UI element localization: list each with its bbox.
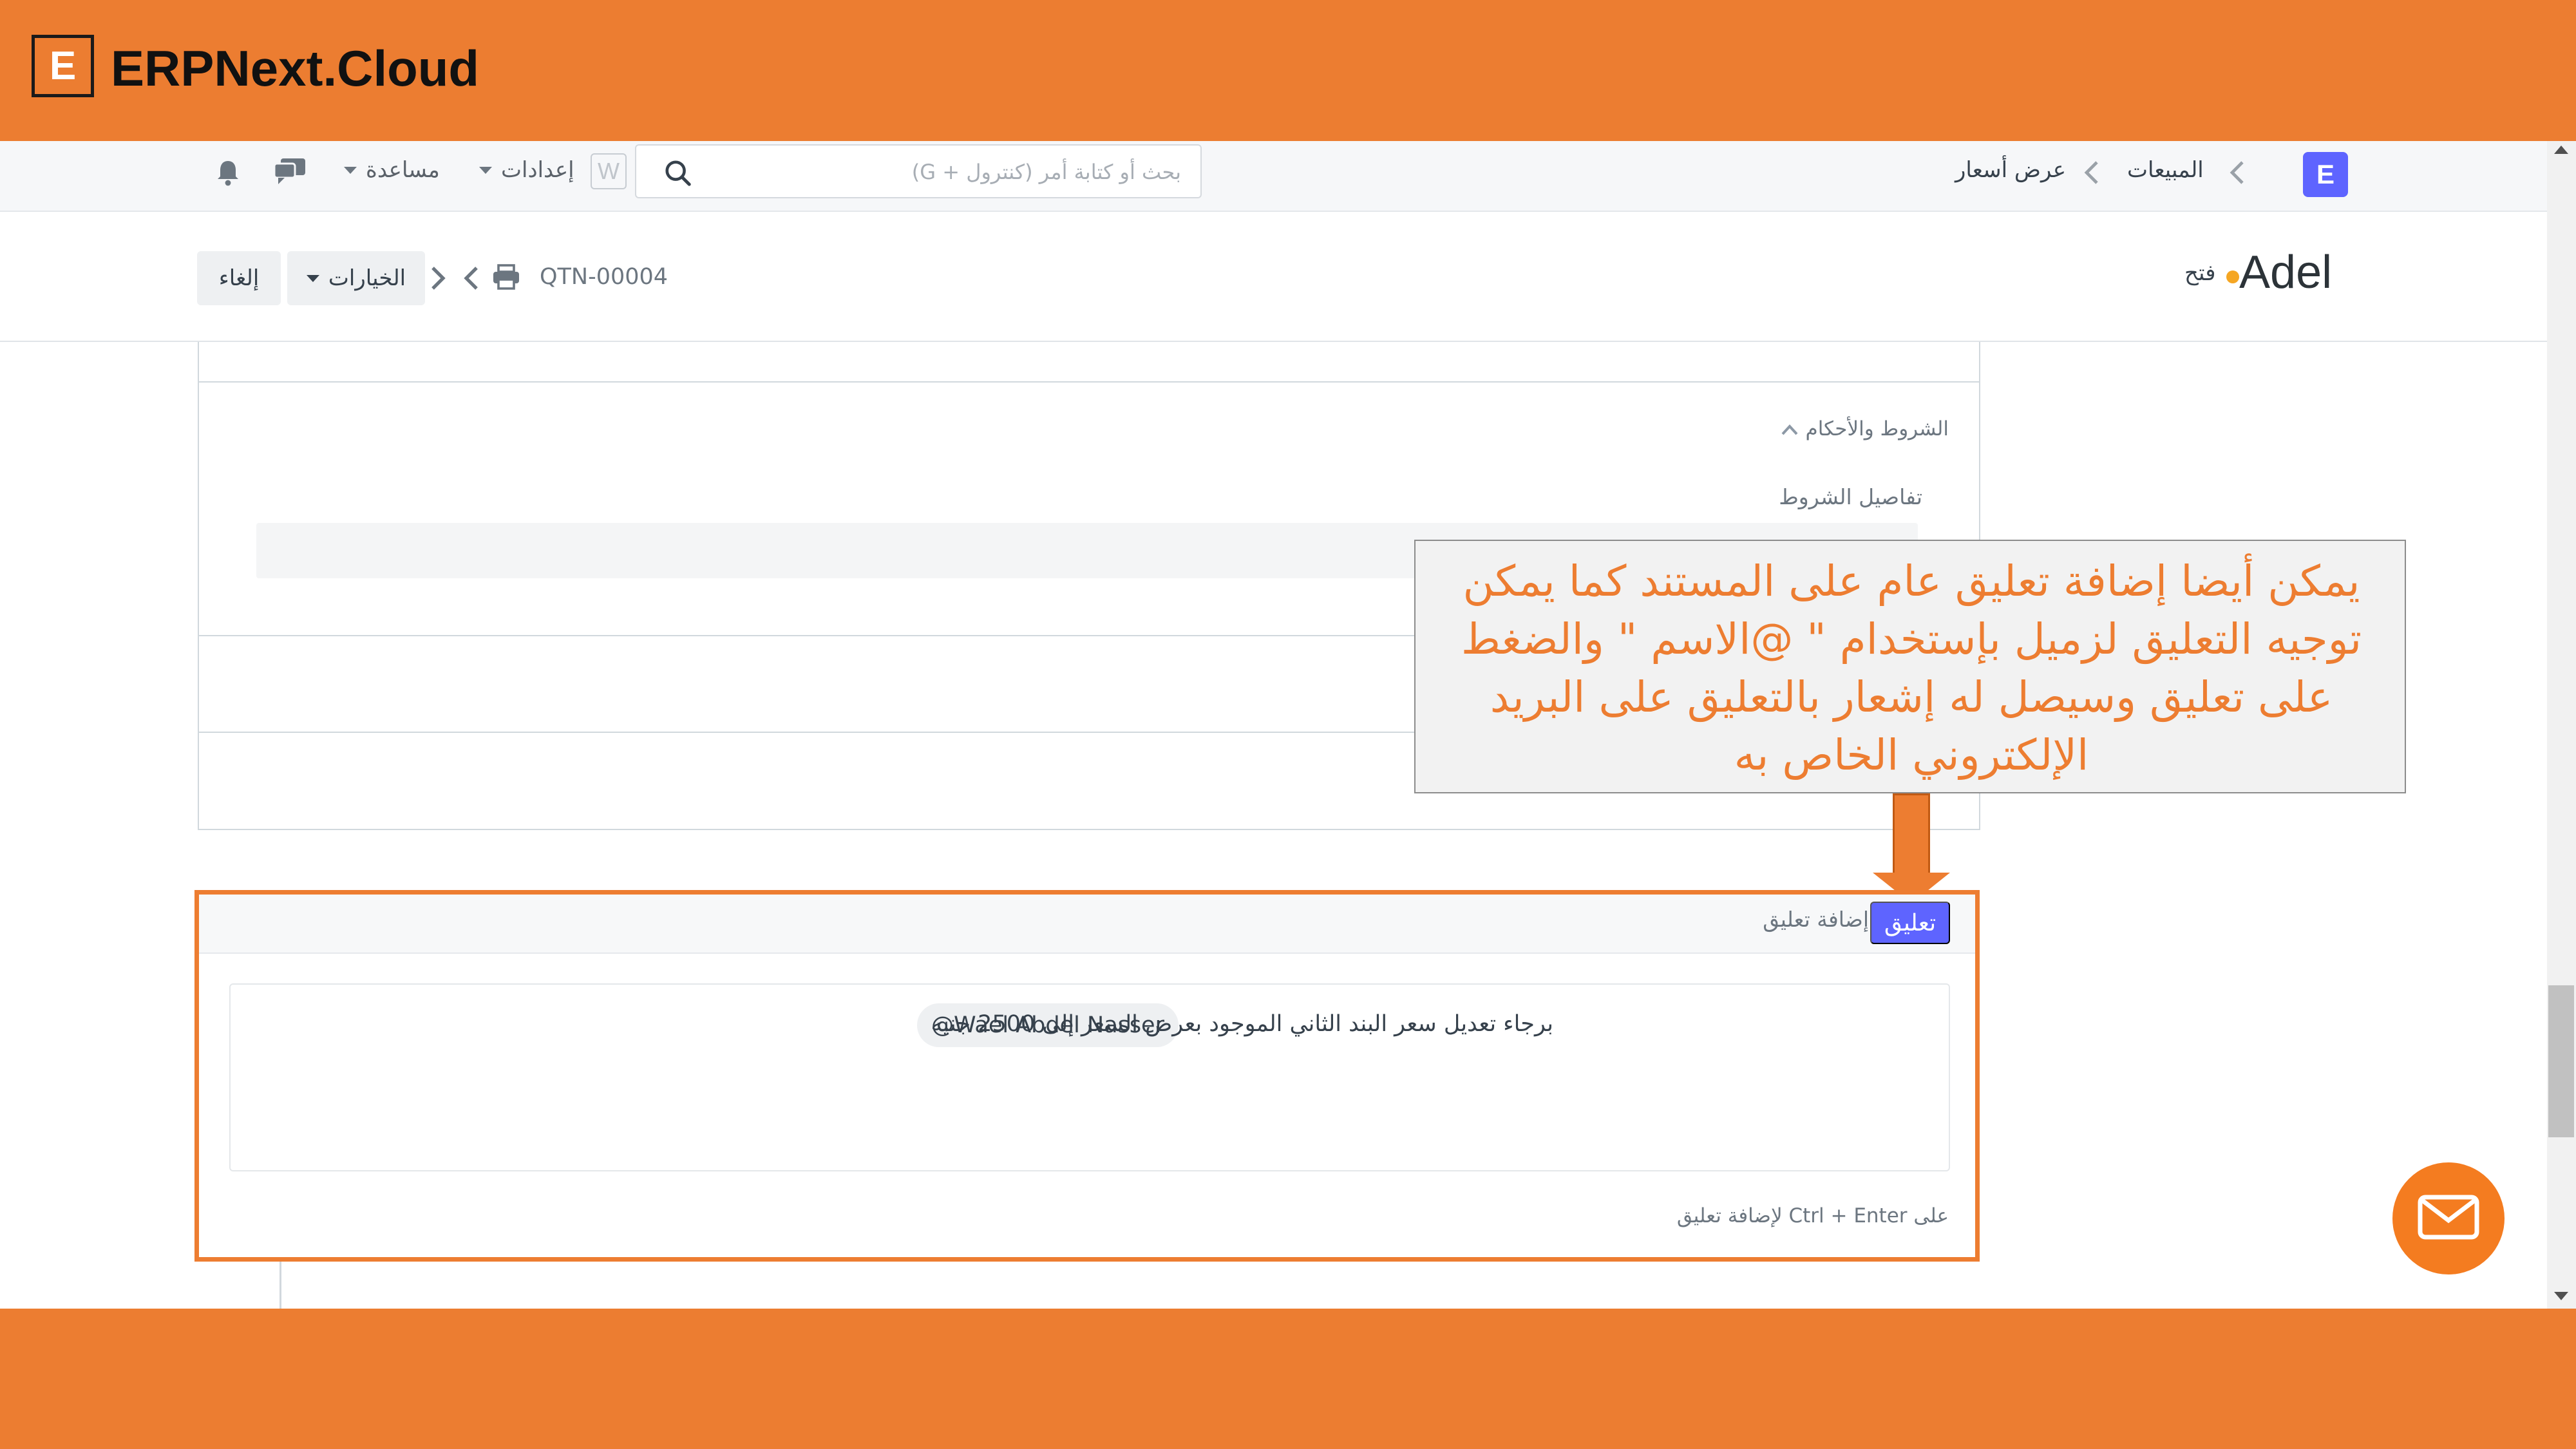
settings-dropdown[interactable]: إعدادات [479,157,574,183]
bell-icon[interactable] [215,158,241,189]
scroll-up-arrow[interactable] [2554,146,2568,154]
terms-section-title: الشروط والأحكام [1805,417,1949,440]
mail-icon [2418,1195,2479,1242]
scrollbar-thumb[interactable] [2548,985,2574,1137]
print-icon[interactable] [492,264,520,292]
section-divider [198,381,1980,383]
caret-down-icon [479,166,492,174]
app-badge[interactable]: E [2303,152,2348,197]
options-label: الخيارات [328,265,406,291]
callout-arrow [1893,793,1930,877]
search-input[interactable]: بحث أو كتابة أمر (كنترول + G) [635,144,1202,198]
brand-logo-letter: E [49,44,77,88]
help-dropdown[interactable]: مساعدة [344,157,440,183]
breadcrumb-selling[interactable]: المبيعات [2127,157,2204,183]
caret-down-icon [306,274,319,282]
help-label: مساعدة [366,157,440,183]
terms-section-toggle[interactable]: الشروط والأحكام [1781,417,1949,440]
callout-text: يمكن أيضا إضافة تعليق عام على المستند كم… [1461,556,2362,780]
chevron-left-icon [2083,158,2101,189]
brand-name: ERPNext.Cloud [111,40,480,97]
status-badge: فتح [2184,260,2216,286]
chat-icon[interactable] [273,157,307,188]
comment-text: برجاء تعديل سعر البند الثاني الموجود بعر… [931,1011,1553,1037]
annotation-callout: يمكن أيضا إضافة تعليق عام على المستند كم… [1414,540,2406,793]
document-id: QTN-00004 [540,264,668,290]
search-placeholder: بحث أو كتابة أمر (كنترول + G) [911,160,1181,184]
chevron-left-icon [2228,158,2246,189]
cancel-button[interactable]: إلغاء [197,251,281,305]
caret-down-icon [344,166,357,174]
status-indicator-dot [2226,270,2239,283]
breadcrumb-quotation[interactable]: عرض أسعار [1955,157,2066,183]
search-icon [663,158,693,191]
terms-field-label: تفاصيل الشروط [1779,484,1922,509]
comment-submit-button[interactable]: تعليق [1870,902,1950,944]
chevron-right-icon[interactable] [429,264,447,295]
mail-fab-button[interactable] [2392,1162,2505,1274]
options-dropdown-button[interactable]: الخيارات [287,251,425,305]
w-icon[interactable]: W [591,153,627,189]
add-comment-label: إضافة تعليق [1763,907,1869,932]
chevron-left-icon[interactable] [462,264,480,295]
brand-logo: E [32,35,94,97]
settings-label: إعدادات [501,157,574,183]
scroll-down-arrow[interactable] [2554,1292,2568,1300]
comment-shortcut-hint: على Ctrl + Enter لإضافة تعليق [1676,1204,1949,1227]
page-title: Adel [2239,247,2333,298]
comment-header [199,895,1975,954]
timeline-line [279,1262,281,1309]
brand-bottom-bar [0,1309,2576,1449]
chevron-up-icon [1781,417,1798,440]
